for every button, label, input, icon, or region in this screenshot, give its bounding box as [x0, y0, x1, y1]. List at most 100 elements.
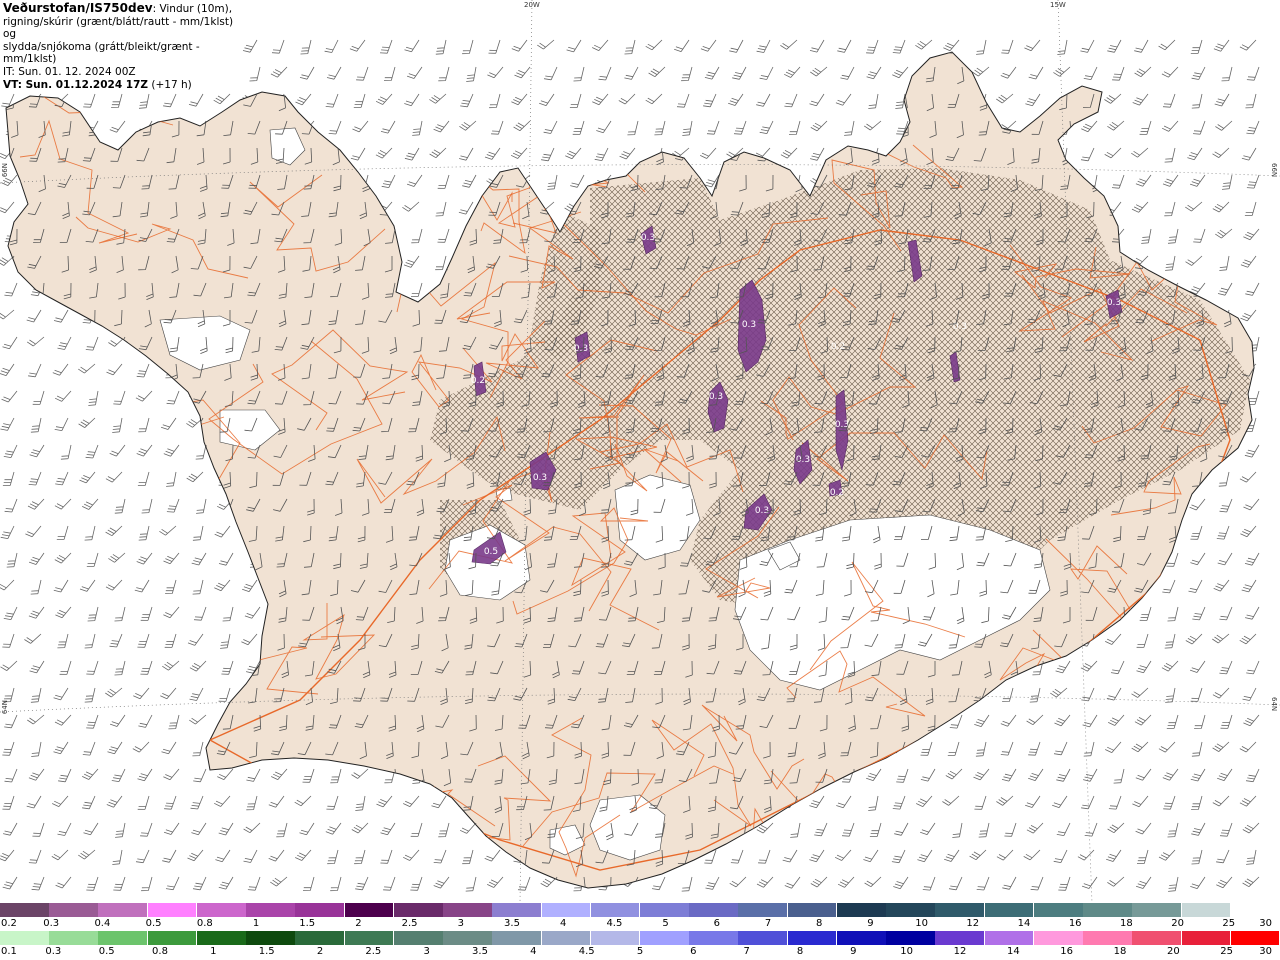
legend-label: 3.5 — [472, 946, 488, 957]
legend-color-swatch — [1083, 931, 1133, 945]
field-description-3: slydda/snjókoma (grátt/bleikt/grænt - mm… — [3, 40, 200, 66]
valid-time: VT: Sun. 01.12.2024 17Z — [3, 78, 149, 91]
legend-color-swatch — [1083, 903, 1133, 917]
legend-label: 3 — [457, 918, 464, 929]
legend-label: 30 — [1259, 918, 1272, 929]
lon-label-15w: 15W — [1050, 1, 1066, 9]
legend-label: 6 — [690, 946, 697, 957]
legend-label: 6 — [713, 918, 720, 929]
legend-label: 3.5 — [504, 918, 520, 929]
legend-label: 1 — [252, 918, 260, 929]
legend-sleet-snow-colors — [0, 903, 1280, 917]
map-info-box: Veðurstofan/IS750dev: Vindur (10m), rign… — [0, 0, 240, 91]
legend-label: 12 — [966, 918, 980, 929]
legend-color-swatch — [0, 903, 50, 917]
legend-label: 20 — [1171, 918, 1184, 929]
legend-color-swatch — [1230, 931, 1280, 945]
legend-label: 4 — [560, 918, 567, 929]
legend-label: 25 — [1222, 918, 1236, 929]
legend-label: 8 — [796, 946, 804, 957]
legend-color-swatch — [0, 931, 50, 945]
map-canvas: 0.30.30.30.50.30.30.30.30.30.20.30.20.30… — [0, 0, 1280, 903]
legend-color-swatch — [492, 903, 543, 917]
legend-color-swatch — [1132, 903, 1183, 917]
legend-color-swatch — [1033, 931, 1084, 945]
legend-label: 0.5 — [145, 918, 162, 929]
legend-color-swatch — [49, 903, 99, 917]
legend-color-swatch — [984, 903, 1035, 917]
legend-label: 14 — [1006, 946, 1020, 957]
legend-sleet-snow-labels: 0.2 0.3 0.4 0.5 0.8 1 1.5 2 2.5 3 3.5 4 4.5 5 6 7 8 9 10 12… — [0, 917, 1280, 931]
legend-color-swatch — [935, 903, 986, 917]
legend-color-swatch — [443, 931, 493, 945]
precip-value-label: 0.3 — [742, 320, 756, 330]
legend-label: 2 — [355, 918, 362, 929]
precip-value-label: 0.2 — [831, 342, 845, 352]
precip-value-label: 0.5 — [484, 547, 498, 557]
legend-color-swatch — [935, 931, 986, 945]
legend-color-swatch — [344, 903, 395, 917]
legend-color-swatch — [98, 931, 149, 945]
legend-rain-labels: 0.1 0.3 0.5 0.8 1 1.5 2 2.5 3 3.5 4 4.5 5 6 7 8 9 10 12 14 1… — [0, 945, 1280, 959]
legend-color-swatch — [836, 931, 887, 945]
legend-label: 16 — [1060, 946, 1074, 957]
legend-color-swatch — [295, 931, 346, 945]
legend-label: 4 — [530, 946, 537, 957]
legend-label: 4.5 — [578, 946, 595, 957]
legend-color-swatch — [541, 931, 592, 945]
legend-color-swatch — [1230, 903, 1280, 917]
legend-color-swatch — [1181, 903, 1232, 917]
legend-color-swatch — [49, 931, 99, 945]
legend-color-swatch — [787, 903, 838, 917]
init-time: IT: Sun. 01. 12. 2024 00Z — [3, 65, 136, 78]
precip-value-label: 0.3 — [533, 473, 547, 483]
legend-color-swatch — [1033, 903, 1084, 917]
legend-label: 0.5 — [98, 946, 115, 957]
legend-color-swatch — [196, 903, 247, 917]
legend-color-swatch — [1181, 931, 1232, 945]
legend-label: 1.5 — [299, 918, 316, 929]
legend-label: 10 — [900, 946, 914, 957]
legend-label: 10 — [915, 918, 928, 929]
legend-color-swatch — [689, 903, 739, 917]
legend-label: 0.8 — [196, 918, 213, 929]
legend-color-swatch — [1132, 931, 1183, 945]
legend-label: 0.2 — [1, 918, 17, 929]
legend-label: 7 — [764, 918, 772, 929]
legend-label: 0.4 — [94, 918, 111, 929]
legend-label: 5 — [636, 946, 644, 957]
legend-label: 2 — [316, 946, 324, 957]
legend-color-swatch — [196, 931, 247, 945]
legend-color-swatch — [344, 931, 395, 945]
legend-color-swatch — [689, 931, 739, 945]
legend-label: 30 — [1259, 946, 1272, 957]
legend-color-swatch — [886, 931, 936, 945]
legend-label: 9 — [867, 918, 874, 929]
legend-label: 4.5 — [606, 918, 623, 929]
legend-color-swatch — [836, 903, 887, 917]
legend-label: 1.5 — [258, 946, 275, 957]
legend-color-swatch — [640, 903, 690, 917]
legend-label: 0.3 — [43, 918, 60, 929]
legend-label: 12 — [953, 946, 967, 957]
legend-color-swatch — [738, 903, 789, 917]
lat-label-66n-right: 66N — [1270, 163, 1278, 178]
legend-rain: 0.1 0.3 0.5 0.8 1 1.5 2 2.5 3 3.5 4 4.5 5 6 7 8 9 10 12 14 1… — [0, 931, 1280, 959]
model-title: Veðurstofan/IS750dev — [3, 1, 153, 15]
legend-label: 20 — [1166, 946, 1180, 957]
field-description-1: : Vindur (10m), — [152, 3, 233, 15]
legend-label: 2.5 — [401, 918, 418, 929]
legend-label: 0.1 — [1, 946, 17, 957]
legend-color-swatch — [443, 903, 493, 917]
lat-label-64n-right: 64N — [1270, 697, 1278, 712]
legend-label: 16 — [1068, 918, 1082, 929]
legend-color-swatch — [984, 931, 1035, 945]
lat-label-64n-left: 64N — [1, 700, 9, 715]
legend-color-swatch — [246, 903, 296, 917]
legend-label: 2.5 — [365, 946, 382, 957]
legend-label: 9 — [850, 946, 857, 957]
legend-color-swatch — [147, 931, 198, 945]
lon-label-20w: 20W — [524, 1, 540, 9]
legend-color-swatch — [738, 931, 789, 945]
legend-color-swatch — [590, 931, 641, 945]
